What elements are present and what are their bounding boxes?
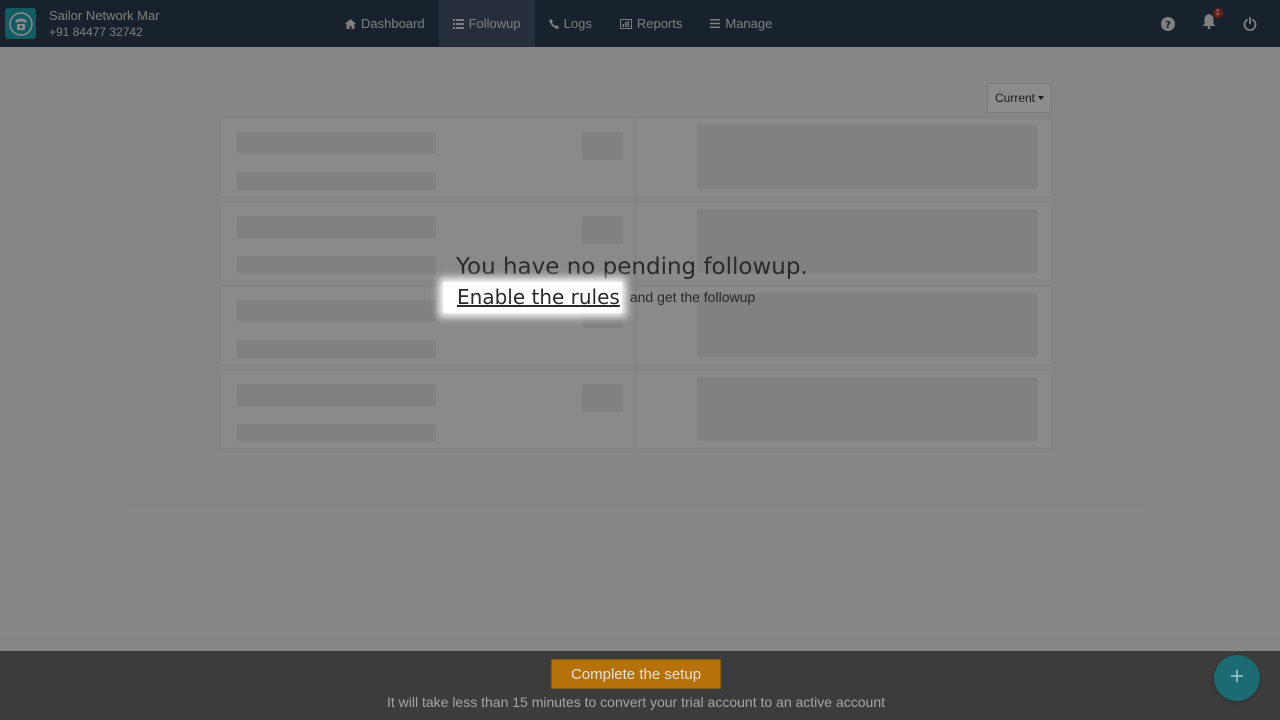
setup-note: It will take less than 15 minutes to con… [386,694,886,710]
complete-setup-button[interactable]: Complete the setup [551,659,721,689]
highlight-box: Enable the rules [443,282,622,313]
empty-state-title: You have no pending followup. [456,254,808,280]
enable-rules-link[interactable]: Enable the rules [457,285,620,309]
add-fab-button[interactable] [1214,655,1260,701]
plus-icon [1230,669,1244,688]
tour-overlay [0,0,1280,720]
empty-state-suffix: and get the followup [629,289,756,305]
empty-state: You have no pending followup. Enable the… [443,254,808,313]
setup-bar: Complete the setup It will take less tha… [0,651,1280,720]
